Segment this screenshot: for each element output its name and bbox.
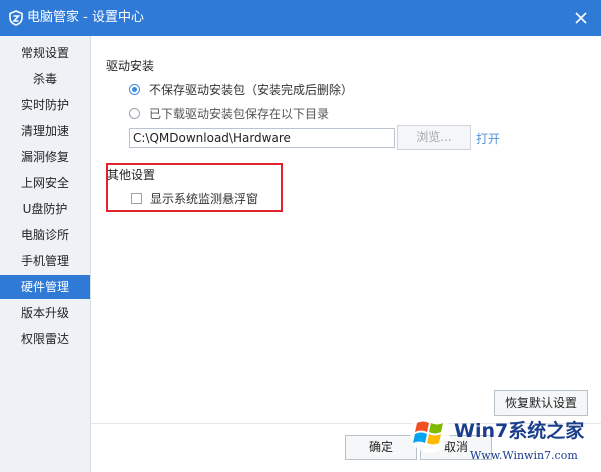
radio-no-keep-label: 不保存驱动安装包（安装完成后删除） (149, 83, 354, 97)
close-icon[interactable] (571, 8, 591, 28)
sidebar-item-phone-management[interactable]: 手机管理 (0, 249, 90, 273)
sidebar-item-realtime-protection[interactable]: 实时防护 (0, 93, 90, 117)
title-bar: 电脑管家 - 设置中心 (0, 0, 601, 36)
radio-keep-label: 已下载驱动安装包保存在以下目录 (149, 107, 330, 121)
sidebar: 常规设置 杀毒 实时防护 清理加速 漏洞修复 上网安全 U盘防护 电脑诊所 手机… (0, 36, 91, 472)
watermark-url: Www.Winwin7.com (470, 449, 578, 462)
sidebar-item-hardware-management[interactable]: 硬件管理 (0, 275, 90, 299)
download-path-input[interactable] (129, 128, 395, 148)
browse-button[interactable]: 浏览... (397, 125, 471, 150)
checkbox-unchecked-icon[interactable] (131, 193, 142, 204)
watermark: Win7系统之家 Www.Winwin7.com (408, 407, 598, 469)
other-settings-title: 其他设置 (107, 168, 156, 182)
radio-unchecked-icon[interactable] (129, 108, 140, 119)
radio-no-keep-package[interactable]: 不保存驱动安装包（安装完成后删除） (129, 81, 353, 98)
open-folder-link[interactable]: 打开 (476, 130, 500, 147)
sidebar-item-usb-protection[interactable]: U盘防护 (0, 197, 90, 221)
settings-window: 电脑管家 - 设置中心 常规设置 杀毒 实时防护 清理加速 漏洞修复 上网安全 … (0, 0, 601, 472)
sidebar-item-antivirus[interactable]: 杀毒 (0, 67, 90, 91)
sidebar-item-general[interactable]: 常规设置 (0, 41, 90, 65)
show-monitor-checkbox-row[interactable]: 显示系统监测悬浮窗 (131, 190, 258, 207)
sidebar-item-pc-clinic[interactable]: 电脑诊所 (0, 223, 90, 247)
sidebar-item-vulnerability-fix[interactable]: 漏洞修复 (0, 145, 90, 169)
ok-button[interactable]: 确定 (345, 435, 417, 460)
shield-icon (9, 10, 23, 26)
sidebar-item-permission-radar[interactable]: 权限雷达 (0, 327, 90, 351)
windows-logo-icon (410, 413, 450, 453)
watermark-text: Win7系统之家 (454, 420, 585, 442)
radio-keep-package[interactable]: 已下载驱动安装包保存在以下目录 (129, 105, 329, 122)
sidebar-item-web-security[interactable]: 上网安全 (0, 171, 90, 195)
window-title: 电脑管家 - 设置中心 (27, 10, 144, 25)
sidebar-item-cleanup[interactable]: 清理加速 (0, 119, 90, 143)
radio-checked-icon[interactable] (129, 84, 140, 95)
show-monitor-label: 显示系统监测悬浮窗 (150, 192, 259, 206)
driver-install-title: 驱动安装 (106, 59, 155, 73)
sidebar-item-version-upgrade[interactable]: 版本升级 (0, 301, 90, 325)
